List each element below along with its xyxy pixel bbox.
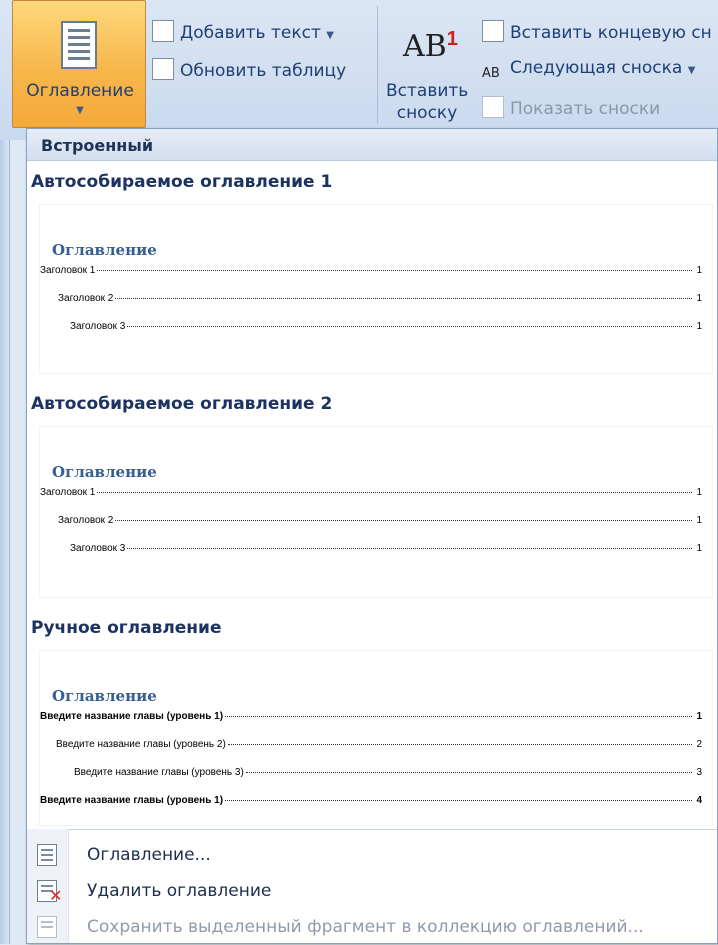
toc-dialog-command[interactable]: Оглавление... — [27, 837, 717, 873]
insert-endnote-label: Вставить концевую сн — [510, 23, 712, 43]
toc-gallery: Автособираемое оглавление 1 Оглавление З… — [27, 162, 717, 828]
chevron-down-icon: ▼ — [76, 105, 84, 116]
delete-toc-label: Удалить оглавление — [87, 881, 272, 901]
preview-row: Заголовок 21 — [58, 293, 702, 304]
toc-document-icon — [61, 21, 97, 69]
section-title-auto-2: Автособираемое оглавление 2 — [31, 394, 333, 414]
preview-heading: Оглавление — [52, 241, 157, 259]
update-table-button[interactable]: Обновить таблицу — [152, 58, 346, 81]
delete-toc-command[interactable]: ✕ Удалить оглавление — [27, 873, 717, 909]
preview-heading: Оглавление — [52, 463, 157, 481]
show-notes-button[interactable]: Показать сноски — [482, 96, 660, 119]
ab-text: AB — [403, 29, 447, 64]
preview-row: Введите название главы (уровень 2) 2 — [56, 739, 702, 750]
chevron-down-icon: ▼ — [326, 30, 334, 41]
add-text-label: Добавить текст — [180, 23, 321, 43]
toc-preview-auto-1[interactable]: Оглавление Заголовок 11 Заголовок 21 Заг… — [39, 204, 713, 374]
section-title-manual: Ручное оглавление — [31, 618, 222, 638]
next-footnote-label: Следующая сноска — [510, 58, 683, 78]
toc-preview-manual[interactable]: Оглавление Введите название главы (урове… — [39, 650, 713, 826]
ab-superscript: 1 — [446, 28, 458, 50]
preview-row: Введите название главы (уровень 3) 3 — [74, 767, 702, 778]
save-selection-command[interactable]: Сохранить выделенный фрагмент в коллекци… — [27, 909, 717, 945]
show-notes-label: Показать сноски — [510, 99, 661, 119]
ribbon: Оглавление ▼ Добавить текст ▼ Обновить т… — [0, 0, 718, 140]
insert-endnote-button[interactable]: Вставить концевую сн — [482, 20, 712, 43]
preview-row: Заголовок 11 — [40, 265, 702, 276]
toc-dialog-label: Оглавление... — [87, 845, 211, 865]
preview-heading: Оглавление — [52, 687, 157, 705]
preview-row: Заголовок 31 — [70, 543, 702, 554]
insert-footnote-button[interactable]: Вставить сноску — [386, 80, 468, 124]
section-title-auto-1: Автособираемое оглавление 1 — [31, 172, 333, 192]
show-notes-icon — [482, 96, 504, 118]
save-selection-icon — [37, 916, 57, 938]
delete-x-icon: ✕ — [49, 886, 63, 905]
toc-dropdown-menu: Встроенный Автособираемое оглавление 1 О… — [26, 128, 718, 944]
ribbon-separator — [377, 6, 378, 124]
toc-dialog-icon — [37, 844, 57, 866]
add-text-button[interactable]: Добавить текст ▼ — [152, 20, 334, 43]
update-table-icon — [152, 58, 174, 80]
chevron-down-icon: ▼ — [687, 65, 696, 76]
preview-row: Введите название главы (уровень 1) 4 — [40, 795, 702, 806]
insert-endnote-icon — [482, 20, 504, 42]
preview-row: Заголовок 11 — [40, 487, 702, 498]
toc-button-label: Оглавление — [26, 81, 134, 101]
insert-footnote-icon[interactable]: AB1 — [403, 28, 458, 64]
toc-button[interactable]: Оглавление ▼ — [12, 0, 146, 128]
window-left-edge — [0, 0, 10, 944]
preview-row: Заголовок 31 — [70, 321, 702, 332]
save-selection-label: Сохранить выделенный фрагмент в коллекци… — [87, 917, 644, 937]
preview-row: Заголовок 21 — [58, 515, 702, 526]
next-footnote-button[interactable]: AB Следующая сноска ▼ — [482, 58, 695, 88]
menu-header: Встроенный — [27, 129, 717, 161]
next-footnote-icon: AB — [482, 66, 500, 81]
add-text-icon — [152, 20, 174, 42]
toc-preview-auto-2[interactable]: Оглавление Заголовок 11 Заголовок 21 Заг… — [39, 426, 713, 598]
preview-row: Введите название главы (уровень 1) 1 — [40, 711, 702, 722]
update-table-label: Обновить таблицу — [180, 61, 347, 81]
